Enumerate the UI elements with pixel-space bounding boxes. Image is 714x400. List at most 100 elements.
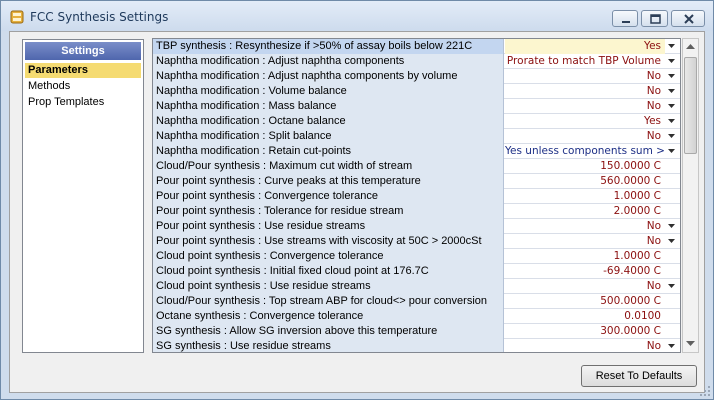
dropdown-button[interactable] bbox=[665, 234, 680, 249]
parameter-row[interactable]: Naphtha modification : Retain cut-points… bbox=[153, 144, 680, 159]
chevron-down-icon bbox=[668, 119, 675, 123]
parameter-value-select[interactable]: No bbox=[505, 69, 665, 84]
parameter-value-input[interactable]: 300.0000 C bbox=[505, 324, 665, 339]
parameter-row[interactable]: Naphtha modification : Volume balance No bbox=[153, 84, 680, 99]
parameter-label: Cloud point synthesis : Convergence tole… bbox=[153, 249, 504, 264]
dropdown-button[interactable] bbox=[665, 54, 680, 69]
parameter-value-select[interactable]: No bbox=[505, 339, 665, 352]
parameter-value-select[interactable]: No bbox=[505, 99, 665, 114]
parameter-value-select[interactable]: No bbox=[505, 279, 665, 294]
dropdown-button[interactable] bbox=[665, 39, 680, 54]
maximize-button[interactable] bbox=[641, 10, 668, 27]
window-title: FCC Synthesis Settings bbox=[30, 10, 169, 24]
parameter-row[interactable]: Cloud/Pour synthesis : Top stream ABP fo… bbox=[153, 294, 680, 309]
parameter-value-input[interactable]: 0.0100 bbox=[505, 309, 665, 324]
parameter-label: Pour point synthesis : Use streams with … bbox=[153, 234, 504, 249]
parameter-value-input[interactable]: 2.0000 C bbox=[505, 204, 665, 219]
parameter-row[interactable]: Pour point synthesis : Use streams with … bbox=[153, 234, 680, 249]
scroll-down-icon bbox=[686, 341, 695, 346]
parameter-value-input[interactable]: -69.4000 C bbox=[505, 264, 665, 279]
parameter-value-input[interactable]: 1.0000 C bbox=[505, 189, 665, 204]
dropdown-button[interactable] bbox=[665, 279, 680, 294]
parameter-label: Octane synthesis : Convergence tolerance bbox=[153, 309, 504, 324]
parameter-row[interactable]: Pour point synthesis : Use residue strea… bbox=[153, 219, 680, 234]
chevron-down-icon bbox=[668, 149, 675, 153]
parameter-value-input[interactable]: 500.0000 C bbox=[505, 294, 665, 309]
chevron-down-icon bbox=[668, 89, 675, 93]
scroll-up-button[interactable] bbox=[683, 39, 698, 55]
parameter-row[interactable]: Naphtha modification : Octane balance Yes bbox=[153, 114, 680, 129]
parameter-row[interactable]: Pour point synthesis : Tolerance for res… bbox=[153, 204, 680, 219]
parameter-label: Cloud/Pour synthesis : Top stream ABP fo… bbox=[153, 294, 504, 309]
grid-vertical-scrollbar[interactable] bbox=[682, 38, 699, 353]
parameter-row[interactable]: SG synthesis : Allow SG inversion above … bbox=[153, 324, 680, 339]
parameter-label: Cloud/Pour synthesis : Maximum cut width… bbox=[153, 159, 504, 174]
dropdown-button[interactable] bbox=[665, 84, 680, 99]
scroll-up-icon bbox=[686, 44, 695, 49]
nav-item-prop-templates[interactable]: Prop Templates bbox=[25, 95, 141, 110]
chevron-down-icon bbox=[668, 59, 675, 63]
dropdown-button[interactable] bbox=[665, 129, 680, 144]
parameters-grid: TBP synthesis : Resynthesize if >50% of … bbox=[152, 38, 681, 353]
parameter-value-input[interactable]: 560.0000 C bbox=[505, 174, 665, 189]
parameter-row[interactable]: Cloud point synthesis : Use residue stre… bbox=[153, 279, 680, 294]
parameter-row[interactable]: SG synthesis : Use residue streams No bbox=[153, 339, 680, 352]
dropdown-button[interactable] bbox=[665, 114, 680, 129]
parameter-row[interactable]: Naphtha modification : Mass balance No bbox=[153, 99, 680, 114]
parameter-value-input[interactable]: 1.0000 C bbox=[505, 249, 665, 264]
parameter-label: Pour point synthesis : Curve peaks at th… bbox=[153, 174, 504, 189]
dropdown-button[interactable] bbox=[665, 144, 680, 159]
chevron-down-icon bbox=[668, 239, 675, 243]
nav-item-parameters[interactable]: Parameters bbox=[25, 63, 141, 78]
parameter-value-select[interactable]: Yes unless components sum > bbox=[505, 144, 665, 159]
parameter-row[interactable]: TBP synthesis : Resynthesize if >50% of … bbox=[153, 39, 680, 54]
dropdown-button[interactable] bbox=[665, 339, 680, 352]
database-icon bbox=[10, 10, 24, 24]
parameter-value-select[interactable]: Prorate to match TBP Volume bbox=[505, 54, 665, 69]
chevron-down-icon bbox=[668, 104, 675, 108]
scroll-thumb[interactable] bbox=[684, 57, 697, 154]
parameter-row[interactable]: Octane synthesis : Convergence tolerance… bbox=[153, 309, 680, 324]
parameter-row[interactable]: Naphtha modification : Split balance No bbox=[153, 129, 680, 144]
parameter-row[interactable]: Cloud point synthesis : Convergence tole… bbox=[153, 249, 680, 264]
parameter-value-select[interactable]: Yes bbox=[505, 114, 665, 129]
scroll-down-button[interactable] bbox=[683, 336, 698, 352]
dialog-body: Settings Parameters Methods Prop Templat… bbox=[9, 31, 705, 393]
parameter-row[interactable]: Naphtha modification : Adjust naphtha co… bbox=[153, 69, 680, 84]
chevron-down-icon bbox=[668, 224, 675, 228]
parameter-label: Naphtha modification : Mass balance bbox=[153, 99, 504, 114]
dropdown-button[interactable] bbox=[665, 219, 680, 234]
parameter-label: Naphtha modification : Volume balance bbox=[153, 84, 504, 99]
parameter-value-select[interactable]: No bbox=[505, 129, 665, 144]
parameter-row[interactable]: Cloud/Pour synthesis : Maximum cut width… bbox=[153, 159, 680, 174]
parameter-label: SG synthesis : Use residue streams bbox=[153, 339, 504, 352]
parameter-label: Pour point synthesis : Tolerance for res… bbox=[153, 204, 504, 219]
parameter-value-input[interactable]: 150.0000 C bbox=[505, 159, 665, 174]
parameter-label: Naphtha modification : Split balance bbox=[153, 129, 504, 144]
close-button[interactable] bbox=[671, 10, 705, 27]
close-icon bbox=[684, 14, 694, 24]
parameter-row[interactable]: Naphtha modification : Adjust naphtha co… bbox=[153, 54, 680, 69]
parameter-label: Cloud point synthesis : Initial fixed cl… bbox=[153, 264, 504, 279]
parameter-label: Pour point synthesis : Use residue strea… bbox=[153, 219, 504, 234]
dropdown-button[interactable] bbox=[665, 99, 680, 114]
parameter-value-select[interactable]: No bbox=[505, 219, 665, 234]
title-bar[interactable]: FCC Synthesis Settings bbox=[1, 1, 713, 31]
parameter-value-select[interactable]: No bbox=[505, 234, 665, 249]
parameter-label: Naphtha modification : Adjust naphtha co… bbox=[153, 54, 504, 69]
reset-to-defaults-button[interactable]: Reset To Defaults bbox=[581, 365, 697, 387]
chevron-down-icon bbox=[668, 134, 675, 138]
parameter-value-select[interactable]: No bbox=[505, 84, 665, 99]
chevron-down-icon bbox=[668, 74, 675, 78]
resize-grip-icon[interactable] bbox=[699, 385, 711, 397]
parameter-label: Cloud point synthesis : Use residue stre… bbox=[153, 279, 504, 294]
minimize-button[interactable] bbox=[612, 10, 638, 27]
chevron-down-icon bbox=[668, 284, 675, 288]
parameter-row[interactable]: Cloud point synthesis : Initial fixed cl… bbox=[153, 264, 680, 279]
dropdown-button[interactable] bbox=[665, 69, 680, 84]
parameter-row[interactable]: Pour point synthesis : Curve peaks at th… bbox=[153, 174, 680, 189]
chevron-down-icon bbox=[668, 344, 675, 348]
parameter-row[interactable]: Pour point synthesis : Convergence toler… bbox=[153, 189, 680, 204]
nav-item-methods[interactable]: Methods bbox=[25, 79, 141, 94]
parameter-value-select[interactable]: Yes bbox=[505, 39, 665, 54]
